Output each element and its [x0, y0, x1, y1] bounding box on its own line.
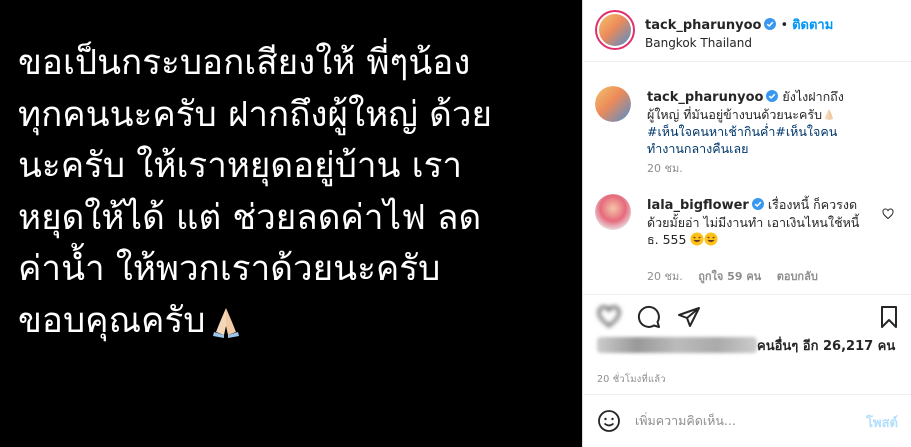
media-caption-text: ขอเป็นกระบอกเสียงให้ พี่ๆน้อง ทุกคนนะครั… [18, 43, 493, 341]
folded-hands-emoji [825, 109, 834, 120]
avatar[interactable] [595, 86, 631, 122]
rofl-emoji [704, 232, 718, 246]
comment-likes[interactable]: ถูกใจ 59 คน [698, 270, 761, 283]
username-link[interactable]: tack_pharunyoo [645, 18, 761, 33]
comment-meta: 20 ชม. [647, 159, 695, 177]
comment-input[interactable] [635, 408, 845, 432]
header-title-line: tack_pharunyoo • ติดตาม [645, 14, 833, 35]
heart-small-icon[interactable] [882, 208, 894, 220]
blurred-likers [597, 337, 757, 353]
share-icon[interactable] [677, 305, 701, 329]
comment-text: lala_bigflower เรื่องหนี้ ก็ควรงดด้วยมั้… [647, 196, 867, 248]
post-side-panel: tack_pharunyoo • ติดตาม Bangkok Thailand t… [582, 0, 911, 447]
separator-dot: • [780, 18, 789, 33]
comment-time[interactable]: 20 ชม. [647, 162, 683, 175]
avatar[interactable] [595, 10, 635, 50]
comment-username[interactable]: tack_pharunyoo [647, 90, 763, 105]
post-header: tack_pharunyoo • ติดตาม Bangkok Thailand [583, 0, 911, 62]
post-time-ago[interactable]: 20 ชั่วโมงที่แล้ว [597, 372, 666, 387]
comment-icon[interactable] [637, 305, 661, 329]
post-button[interactable]: โพสต์ [866, 412, 898, 433]
hashtag-link[interactable]: #เห็นใจคนหาเช้ากินค่ำ#เห็นใจคนทำงานกลางค… [647, 124, 837, 156]
post-media[interactable]: ขอเป็นกระบอกเสียงให้ พี่ๆน้อง ทุกคนนะครั… [0, 0, 582, 447]
follow-button[interactable]: ติดตาม [792, 18, 833, 33]
comment-username[interactable]: lala_bigflower [647, 198, 749, 213]
reply-button[interactable]: ตอบกลับ [777, 270, 818, 283]
comment-time[interactable]: 20 ชม. [647, 270, 683, 283]
comments-list[interactable]: tack_pharunyoo ยังไงฝากถึง ผู้ใหญ่ ที่มั… [583, 62, 911, 292]
verified-icon [766, 90, 779, 102]
list-item: tack_pharunyoo ยังไงฝากถึง ผู้ใหญ่ ที่มั… [595, 86, 900, 176]
list-item: lala_bigflower เรื่องหนี้ ก็ควรงดด้วยมั้… [595, 194, 900, 284]
avatar[interactable] [595, 194, 631, 230]
add-comment-bar: โพสต์ [583, 394, 911, 447]
comment-text: tack_pharunyoo ยังไงฝากถึง ผู้ใหญ่ ที่มั… [647, 88, 867, 157]
likes-summary[interactable]: คนอื่นๆ อีก 26,217 คน [597, 335, 902, 357]
heart-icon[interactable] [597, 305, 621, 329]
verified-icon [751, 198, 764, 210]
verified-icon [764, 18, 777, 30]
folded-hands-emoji [213, 307, 240, 338]
likes-count[interactable]: คนอื่นๆ อีก 26,217 คน [757, 335, 895, 356]
post-actions: คนอื่นๆ อีก 26,217 คน [583, 294, 911, 354]
rofl-emoji [690, 232, 704, 246]
bookmark-icon[interactable] [877, 305, 901, 329]
smile-icon[interactable] [597, 409, 621, 433]
comment-meta: 20 ชม. ถูกใจ 59 คน ตอบกลับ [647, 267, 830, 285]
location-link[interactable]: Bangkok Thailand [645, 36, 752, 50]
